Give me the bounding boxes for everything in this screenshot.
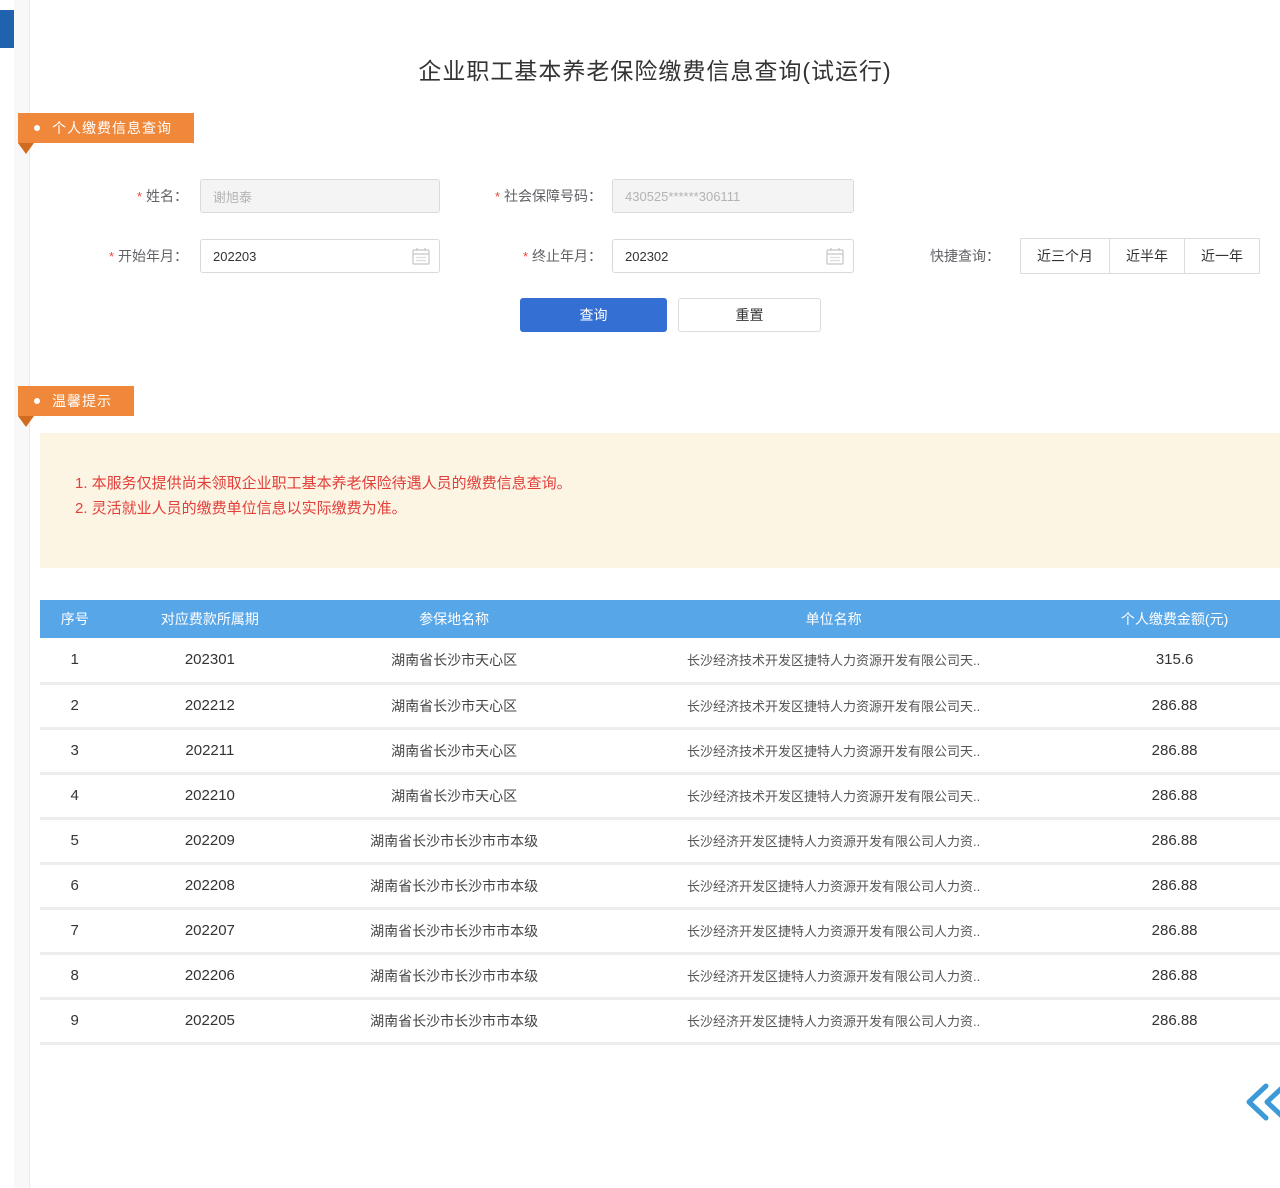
table-cell: 202207: [109, 908, 310, 953]
table-cell: 202210: [109, 773, 310, 818]
calendar-icon[interactable]: [825, 246, 845, 266]
table-row: 2202212湖南省长沙市天心区长沙经济技术开发区捷特人力资源开发有限公司天..…: [40, 683, 1280, 728]
quick-btn-one-year[interactable]: 近一年: [1184, 238, 1260, 274]
table-cell: 286.88: [1069, 683, 1280, 728]
left-blue-tab: [0, 10, 14, 48]
table-cell: 202212: [109, 683, 310, 728]
quick-query-group: 近三个月 近半年 近一年: [1020, 238, 1260, 274]
table-cell: 长沙经济技术开发区捷特人力资源开发有限公司天..: [598, 728, 1069, 773]
table-cell: 长沙经济技术开发区捷特人力资源开发有限公司天..: [598, 683, 1069, 728]
table-cell: 202206: [109, 953, 310, 998]
table-body: 1202301湖南省长沙市天心区长沙经济技术开发区捷特人力资源开发有限公司天..…: [40, 638, 1280, 1043]
table-cell: 202205: [109, 998, 310, 1043]
table-cell: 长沙经济技术开发区捷特人力资源开发有限公司天..: [598, 638, 1069, 683]
reset-button[interactable]: 重置: [678, 298, 821, 332]
table-row: 8202206湖南省长沙市长沙市市本级长沙经济开发区捷特人力资源开发有限公司人力…: [40, 953, 1280, 998]
table-cell: 9: [40, 998, 109, 1043]
table-cell: 202208: [109, 863, 310, 908]
section-badge-label: 温馨提示: [52, 391, 112, 411]
results-table: 序号 对应费款所属期 参保地名称 单位名称 个人缴费金额(元) 1202301湖…: [40, 600, 1280, 1045]
table-cell: 6: [40, 863, 109, 908]
table-cell: 长沙经济技术开发区捷特人力资源开发有限公司天..: [598, 773, 1069, 818]
header-period: 对应费款所属期: [109, 600, 310, 638]
notice-box: 1. 本服务仅提供尚未领取企业职工基本养老保险待遇人员的缴费信息查询。 2. 灵…: [40, 433, 1280, 568]
name-label: *姓名：: [0, 179, 188, 213]
double-chevron-left-icon[interactable]: [1244, 1080, 1280, 1126]
table-cell: 3: [40, 728, 109, 773]
section-badge-tips: 温馨提示: [18, 386, 134, 416]
table-cell: 湖南省长沙市长沙市市本级: [310, 818, 598, 863]
table-cell: 202209: [109, 818, 310, 863]
table-row: 6202208湖南省长沙市长沙市市本级长沙经济开发区捷特人力资源开发有限公司人力…: [40, 863, 1280, 908]
required-star: *: [523, 249, 528, 264]
table-cell: 286.88: [1069, 953, 1280, 998]
table-cell: 202211: [109, 728, 310, 773]
ribbon-fold: [18, 416, 34, 427]
table-cell: 湖南省长沙市长沙市市本级: [310, 863, 598, 908]
table-cell: 2: [40, 683, 109, 728]
bullet-dot-icon: [34, 125, 40, 131]
table-cell: 湖南省长沙市长沙市市本级: [310, 953, 598, 998]
table-cell: 8: [40, 953, 109, 998]
ribbon-fold: [18, 143, 34, 154]
table-cell: 286.88: [1069, 818, 1280, 863]
notice-line-1: 1. 本服务仅提供尚未领取企业职工基本养老保险待遇人员的缴费信息查询。: [75, 471, 1280, 496]
quick-query-label: 快捷查询：: [930, 238, 1014, 274]
ssn-label: *社会保障号码：: [400, 179, 602, 213]
header-index: 序号: [40, 600, 109, 638]
start-month-label: *开始年月：: [0, 239, 188, 273]
section-badge-label: 个人缴费信息查询: [52, 118, 172, 138]
table-cell: 286.88: [1069, 773, 1280, 818]
header-area: 参保地名称: [310, 600, 598, 638]
table-cell: 长沙经济开发区捷特人力资源开发有限公司人力资..: [598, 998, 1069, 1043]
table-header-row: 序号 对应费款所属期 参保地名称 单位名称 个人缴费金额(元): [40, 600, 1280, 638]
end-month-field[interactable]: [612, 239, 854, 273]
table-cell: 286.88: [1069, 863, 1280, 908]
table-cell: 5: [40, 818, 109, 863]
quick-btn-half-year[interactable]: 近半年: [1109, 238, 1185, 274]
table-row: 9202205湖南省长沙市长沙市市本级长沙经济开发区捷特人力资源开发有限公司人力…: [40, 998, 1280, 1043]
required-star: *: [495, 189, 500, 204]
table-cell: 7: [40, 908, 109, 953]
table-cell: 湖南省长沙市长沙市市本级: [310, 998, 598, 1043]
required-star: *: [109, 249, 114, 264]
table-cell: 湖南省长沙市天心区: [310, 683, 598, 728]
table-cell: 长沙经济开发区捷特人力资源开发有限公司人力资..: [598, 863, 1069, 908]
page-title: 企业职工基本养老保险缴费信息查询(试运行): [30, 52, 1280, 86]
table-row: 4202210湖南省长沙市天心区长沙经济技术开发区捷特人力资源开发有限公司天..…: [40, 773, 1280, 818]
table-cell: 湖南省长沙市天心区: [310, 638, 598, 683]
table-cell: 286.88: [1069, 908, 1280, 953]
table-row: 7202207湖南省长沙市长沙市市本级长沙经济开发区捷特人力资源开发有限公司人力…: [40, 908, 1280, 953]
table-cell: 长沙经济开发区捷特人力资源开发有限公司人力资..: [598, 953, 1069, 998]
table-row: 5202209湖南省长沙市长沙市市本级长沙经济开发区捷特人力资源开发有限公司人力…: [40, 818, 1280, 863]
required-star: *: [137, 189, 142, 204]
ssn-field: [612, 179, 854, 213]
table-cell: 202301: [109, 638, 310, 683]
notice-line-2: 2. 灵活就业人员的缴费单位信息以实际缴费为准。: [75, 496, 1280, 521]
table-cell: 湖南省长沙市天心区: [310, 728, 598, 773]
table-cell: 1: [40, 638, 109, 683]
section-badge-personal-query: 个人缴费信息查询: [18, 113, 194, 143]
header-amount: 个人缴费金额(元): [1069, 600, 1280, 638]
table-row: 3202211湖南省长沙市天心区长沙经济技术开发区捷特人力资源开发有限公司天..…: [40, 728, 1280, 773]
quick-btn-3-months[interactable]: 近三个月: [1020, 238, 1110, 274]
table-cell: 286.88: [1069, 728, 1280, 773]
table-cell: 长沙经济开发区捷特人力资源开发有限公司人力资..: [598, 908, 1069, 953]
query-button[interactable]: 查询: [520, 298, 667, 332]
table-cell: 286.88: [1069, 998, 1280, 1043]
table-cell: 315.6: [1069, 638, 1280, 683]
bullet-dot-icon: [34, 398, 40, 404]
end-month-label: *终止年月：: [400, 239, 602, 273]
header-company: 单位名称: [598, 600, 1069, 638]
table-row: 1202301湖南省长沙市天心区长沙经济技术开发区捷特人力资源开发有限公司天..…: [40, 638, 1280, 683]
table-cell: 长沙经济开发区捷特人力资源开发有限公司人力资..: [598, 818, 1069, 863]
table-cell: 湖南省长沙市长沙市市本级: [310, 908, 598, 953]
table-cell: 湖南省长沙市天心区: [310, 773, 598, 818]
table-cell: 4: [40, 773, 109, 818]
